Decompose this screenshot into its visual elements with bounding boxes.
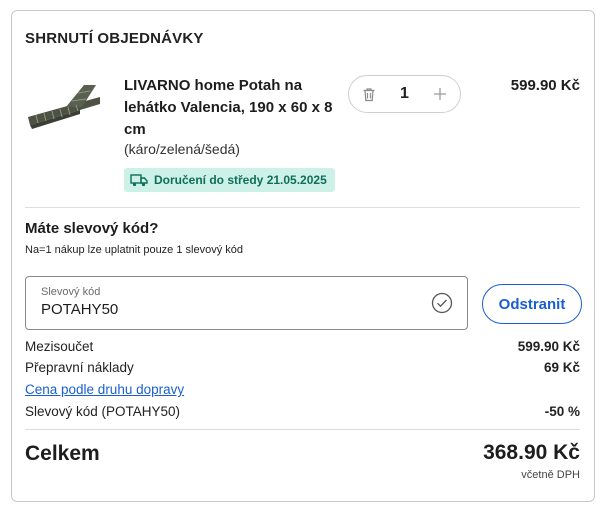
shipping-link-row: Cena podle druhu dopravy	[25, 382, 580, 397]
divider	[25, 207, 580, 208]
discount-label: Slevový kód (POTAHY50)	[25, 404, 181, 419]
shipping-label: Přepravní náklady	[25, 360, 134, 375]
subtotal-label: Mezisoučet	[25, 339, 94, 354]
discount-title: Máte slevový kód?	[25, 220, 159, 237]
quantity-stepper: 1	[348, 75, 461, 113]
shipping-value: 69 Kč	[543, 360, 580, 375]
discount-code-field[interactable]: Slevový kód POTAHY50	[25, 276, 468, 330]
subtotal-row: Mezisoučet 599.90 Kč	[25, 339, 580, 354]
total-value: 368.90 Kč	[483, 441, 580, 464]
total-label: Celkem	[25, 442, 100, 465]
product-variant: (káro/zelená/šedá)	[124, 141, 240, 157]
discount-note: Na=1 nákup lze uplatnit pouze 1 slevový …	[25, 244, 244, 256]
quantity-value: 1	[400, 85, 409, 102]
delivery-text: Doručení do středy 21.05.2025	[154, 173, 327, 187]
product-image[interactable]	[26, 77, 102, 135]
discount-value: -50 %	[544, 404, 580, 419]
check-circle-icon	[431, 292, 453, 314]
order-summary-card: SHRNUTÍ OBJEDNÁVKY LIVARNO home Potah na…	[11, 10, 595, 502]
product-name[interactable]: LIVARNO home Potah na lehátko Valencia, …	[124, 75, 334, 141]
truck-icon	[130, 174, 148, 187]
discount-code-label: Slevový kód	[41, 286, 101, 298]
discount-row: Slevový kód (POTAHY50) -50 %	[25, 404, 580, 419]
trash-icon[interactable]	[361, 86, 377, 102]
divider	[25, 429, 580, 430]
summary-title: SHRNUTÍ OBJEDNÁVKY	[25, 30, 204, 47]
shipping-row: Přepravní náklady 69 Kč	[25, 360, 580, 375]
delivery-badge: Doručení do středy 21.05.2025	[124, 168, 335, 192]
discount-code-value[interactable]: POTAHY50	[41, 301, 467, 318]
subtotal-value: 599.90 Kč	[517, 339, 580, 354]
vat-note: včetně DPH	[521, 469, 580, 481]
plus-icon[interactable]	[432, 86, 448, 102]
product-price: 599.90 Kč	[510, 77, 580, 94]
shipping-price-link[interactable]: Cena podle druhu dopravy	[25, 382, 184, 397]
remove-discount-button[interactable]: Odstranit	[482, 284, 582, 324]
